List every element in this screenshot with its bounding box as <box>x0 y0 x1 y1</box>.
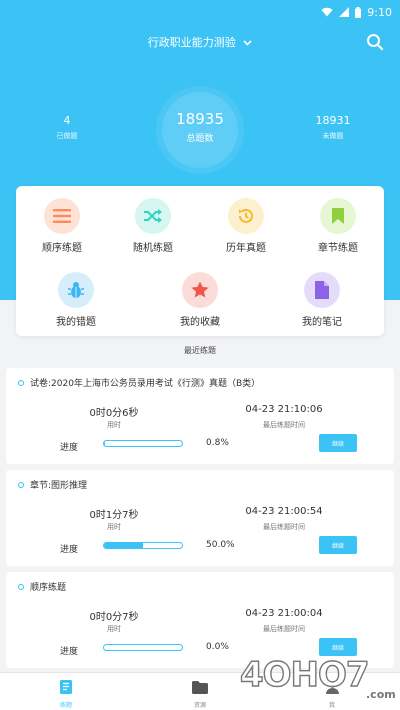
card-progress-bar <box>103 644 183 651</box>
card-progress-label: 进度 <box>60 545 79 555</box>
stat-total-label: 总题数 <box>186 134 214 144</box>
recent-card[interactable]: 章节:图形推理 0时1分7秒 用时 04-23 21:00:54 最后练题时间 … <box>6 470 394 566</box>
list-icon <box>53 209 71 223</box>
menu-item-label: 我的笔记 <box>302 317 342 328</box>
menu-item-circle <box>304 272 340 308</box>
card-title: 试卷:2020年上海市公务员录用考试《行测》真题（B类） <box>18 376 260 389</box>
shuffle-icon <box>144 209 162 223</box>
card-last-label: 最后练题时间 <box>263 523 305 531</box>
stat-undone: 18931 未做题 <box>298 114 368 141</box>
card-progress-label: 进度 <box>60 647 79 657</box>
menu-item-label: 章节练题 <box>318 243 358 254</box>
wifi-icon <box>321 7 333 17</box>
stat-done: 4 已做题 <box>32 114 102 141</box>
card-progress-fill <box>104 441 105 446</box>
tab-resources[interactable]: 资源 <box>170 679 230 709</box>
tab-label: 资源 <box>193 702 206 709</box>
card-dot-icon <box>18 583 24 590</box>
menu-item-label: 我的错题 <box>56 317 96 328</box>
practice-menu: 顺序练题 随机练题 历年真题 章节练题 我的错题 我的收藏 我的笔记 <box>16 186 384 336</box>
stat-undone-label: 未做题 <box>322 132 344 140</box>
card-progress-value: 0.0% <box>206 642 229 652</box>
signal-icon <box>339 7 350 17</box>
watermark-logo: 4OHO7 .com <box>239 654 396 701</box>
star-icon <box>191 281 209 298</box>
menu-item-circle <box>44 198 80 234</box>
stat-undone-num: 18931 <box>315 114 351 127</box>
menu-item-label: 历年真题 <box>226 243 266 254</box>
battery-icon <box>355 6 362 18</box>
card-progress-fill <box>104 543 143 548</box>
recent-title: 最近练题 <box>184 346 216 355</box>
menu-item-notes[interactable]: 我的笔记 <box>282 272 362 328</box>
card-dot-icon <box>18 481 24 488</box>
status-bar: 9:10 <box>321 4 392 20</box>
stat-done-label: 已做题 <box>56 132 78 140</box>
menu-item-sequential[interactable]: 顺序练题 <box>22 198 102 254</box>
menu-item-label: 顺序练题 <box>42 243 82 254</box>
tab-practice[interactable]: 练题 <box>36 679 96 709</box>
menu-item-circle <box>228 198 264 234</box>
page-title: 行政职业能力测验 <box>147 36 236 49</box>
menu-item-favorites[interactable]: 我的收藏 <box>160 272 240 328</box>
history-icon <box>239 208 253 223</box>
bookmark-icon <box>332 208 344 224</box>
note-icon <box>315 281 329 299</box>
card-dot-icon <box>18 379 24 386</box>
menu-item-past-exams[interactable]: 历年真题 <box>206 198 286 254</box>
card-title: 章节:图形推理 <box>18 478 87 491</box>
recent-card[interactable]: 试卷:2020年上海市公务员录用考试《行测》真题（B类） 0时0分6秒 用时 0… <box>6 368 394 464</box>
card-time-label: 用时 <box>107 421 121 429</box>
menu-item-label: 随机练题 <box>133 243 173 254</box>
card-title-text: 试卷:2020年上海市公务员录用考试《行测》真题（B类） <box>30 379 261 389</box>
menu-item-circle <box>320 198 356 234</box>
card-last-label: 最后练题时间 <box>263 625 305 633</box>
menu-item-circle <box>135 198 171 234</box>
watermark-text: 4OHO7 <box>240 655 369 695</box>
search-icon[interactable] <box>366 33 384 51</box>
card-time-label: 用时 <box>107 625 121 633</box>
tab-label: 练题 <box>59 702 72 709</box>
card-title-text: 顺序练题 <box>30 583 67 593</box>
menu-item-circle <box>182 272 218 308</box>
menu-item-random[interactable]: 随机练题 <box>113 198 193 254</box>
chevron-down-icon <box>243 40 252 46</box>
continue-button[interactable]: 继续 <box>319 536 357 554</box>
card-progress-value: 50.0% <box>206 540 235 550</box>
card-last-value: 04-23 21:00:04 <box>245 608 323 619</box>
stat-total: 18935 总题数 <box>162 92 238 168</box>
card-title-text: 章节:图形推理 <box>30 481 88 491</box>
card-progress-label: 进度 <box>60 443 79 453</box>
stat-total-num: 18935 <box>176 110 224 128</box>
card-time-value: 0时0分6秒 <box>89 408 139 419</box>
watermark-suffix: .com <box>366 688 396 701</box>
menu-item-label: 我的收藏 <box>180 317 220 328</box>
menu-item-mistakes[interactable]: 我的错题 <box>36 272 116 328</box>
folder-icon <box>192 681 208 694</box>
card-time-value: 0时1分7秒 <box>89 510 139 521</box>
menu-item-chapter[interactable]: 章节练题 <box>298 198 378 254</box>
card-progress-bar <box>103 440 183 447</box>
card-title: 顺序练题 <box>18 580 66 593</box>
stat-done-num: 4 <box>63 114 71 127</box>
status-time: 9:10 <box>367 5 392 19</box>
card-progress-value: 0.8% <box>206 438 229 448</box>
card-last-label: 最后练题时间 <box>263 421 305 429</box>
card-time-label: 用时 <box>107 523 121 531</box>
book-icon <box>60 680 72 694</box>
card-last-value: 04-23 21:00:54 <box>245 506 323 517</box>
card-progress-bar <box>103 542 183 549</box>
bug-icon <box>68 282 84 298</box>
continue-button[interactable]: 继续 <box>319 434 357 452</box>
menu-item-circle <box>58 272 94 308</box>
exam-selector[interactable]: 行政职业能力测验 <box>0 34 400 50</box>
card-last-value: 04-23 21:10:06 <box>245 404 323 415</box>
card-time-value: 0时0分7秒 <box>89 612 139 623</box>
